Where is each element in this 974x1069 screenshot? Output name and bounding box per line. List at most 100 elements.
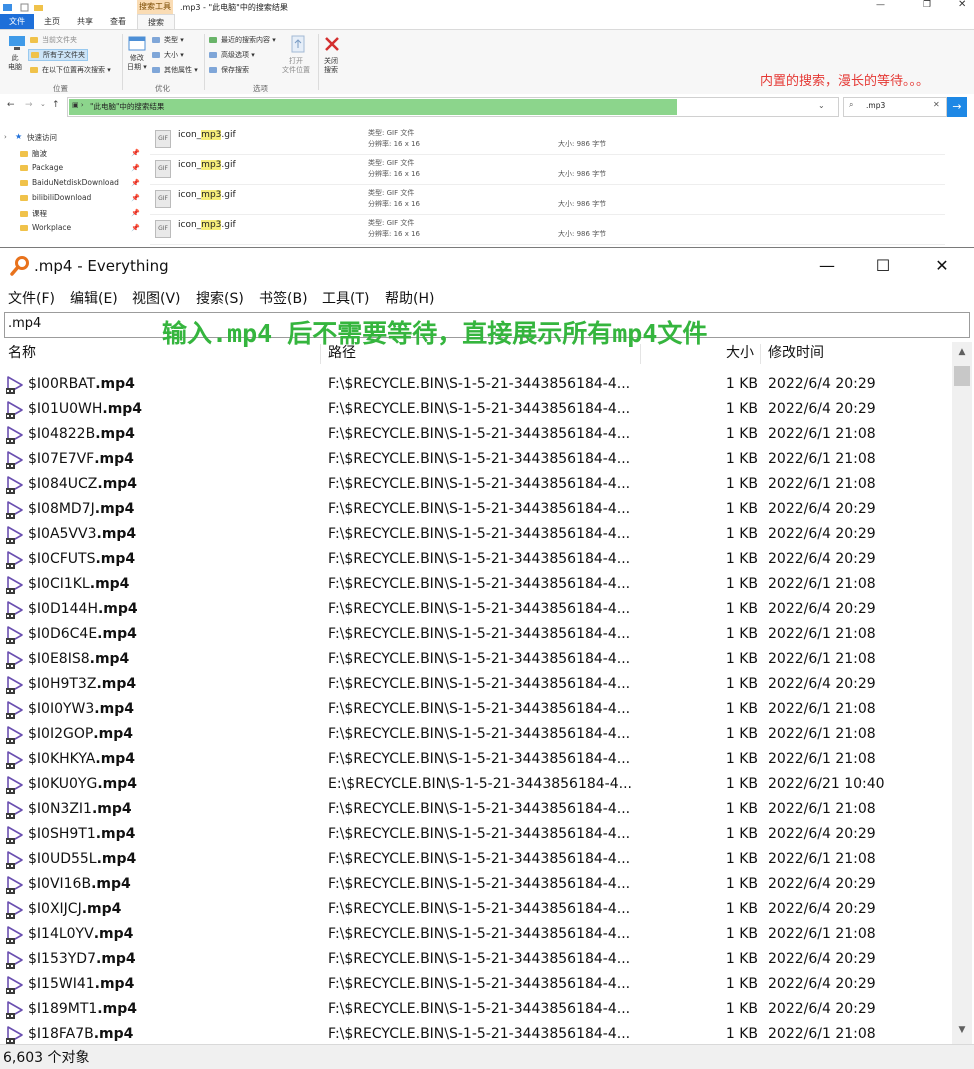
result-row[interactable]: $I15WI41.mp4 F:\$RECYCLE.BIN\S-1-5-21-344… bbox=[0, 973, 952, 998]
result-row[interactable]: $I00RBAT.mp4 F:\$RECYCLE.BIN\S-1-5-21-344… bbox=[0, 373, 952, 398]
scroll-up-arrow-icon[interactable]: ▲ bbox=[952, 344, 972, 360]
new-folder-icon[interactable] bbox=[34, 3, 43, 12]
result-row[interactable]: $I0CFUTS.mp4 F:\$RECYCLE.BIN\S-1-5-21-344… bbox=[0, 548, 952, 573]
result-modified: 2022/6/4 20:29 bbox=[768, 501, 876, 517]
address-dropdown-icon[interactable]: ⌄ bbox=[818, 101, 825, 110]
result-row[interactable]: $I153YD7.mp4 F:\$RECYCLE.BIN\S-1-5-21-344… bbox=[0, 948, 952, 973]
this-pc-button[interactable]: 此 电脑 bbox=[8, 54, 22, 72]
menu-edit[interactable]: 编辑(E) bbox=[70, 288, 118, 308]
menu-tools[interactable]: 工具(T) bbox=[322, 288, 369, 308]
nav-quick-access[interactable]: 快速访问 bbox=[27, 132, 57, 143]
menu-view[interactable]: 视图(V) bbox=[132, 288, 181, 308]
other-properties-button[interactable]: 其他属性 ▾ bbox=[152, 65, 198, 75]
open-file-location-button[interactable]: 打开 文件位置 bbox=[282, 57, 310, 75]
result-row[interactable]: $I08MD7J.mp4 F:\$RECYCLE.BIN\S-1-5-21-344… bbox=[0, 498, 952, 523]
scroll-thumb[interactable] bbox=[954, 366, 970, 386]
tab-view[interactable]: 查看 bbox=[104, 14, 132, 29]
result-modified: 2022/6/1 21:08 bbox=[768, 426, 876, 442]
explorer-file-row[interactable]: GIF icon_mp3.gif 类型: GIF 文件 分辨率: 16 x 16 大小:… bbox=[150, 124, 945, 155]
result-row[interactable]: $I14L0YV.mp4 F:\$RECYCLE.BIN\S-1-5-21-344… bbox=[0, 923, 952, 948]
recent-searches-button[interactable]: 最近的搜索内容 ▾ bbox=[209, 35, 276, 45]
modified-date-button[interactable]: 修改 日期 ▾ bbox=[127, 54, 147, 72]
result-size: 1 KB bbox=[725, 676, 758, 692]
save-search-button[interactable]: 保存搜索 bbox=[209, 65, 249, 75]
result-row[interactable]: $I0CI1KL.mp4 F:\$RECYCLE.BIN\S-1-5-21-344… bbox=[0, 573, 952, 598]
result-row[interactable]: $I0KHKYA.mp4 F:\$RECYCLE.BIN\S-1-5-21-344… bbox=[0, 748, 952, 773]
explorer-file-row[interactable]: GIF icon_mp3.gif 类型: GIF 文件 分辨率: 16 x 16 大小:… bbox=[150, 214, 945, 245]
column-header-size[interactable]: 大小 bbox=[726, 340, 754, 366]
close-button[interactable]: ✕ bbox=[919, 254, 965, 278]
menu-bookmarks[interactable]: 书签(B) bbox=[259, 288, 308, 308]
nav-item[interactable]: bilibiliDownload bbox=[20, 193, 91, 202]
result-row[interactable]: $I0E8IS8.mp4 F:\$RECYCLE.BIN\S-1-5-21-344… bbox=[0, 648, 952, 673]
nav-item[interactable]: 课程 bbox=[20, 208, 47, 219]
expand-chevron-icon[interactable]: › bbox=[4, 133, 7, 141]
result-row[interactable]: $I0VI16B.mp4 F:\$RECYCLE.BIN\S-1-5-21-344… bbox=[0, 873, 952, 898]
explorer-file-row[interactable]: GIF icon_mp3.gif 类型: GIF 文件 分辨率: 16 x 16 大小:… bbox=[150, 184, 945, 215]
restore-button[interactable]: ❐ bbox=[923, 0, 931, 10]
result-name: $I0D6C4E.mp4 bbox=[28, 626, 137, 642]
advanced-options-button[interactable]: 高级选项 ▾ bbox=[209, 50, 255, 60]
result-row[interactable]: $I0UD55L.mp4 F:\$RECYCLE.BIN\S-1-5-21-344… bbox=[0, 848, 952, 873]
result-row[interactable]: $I189MT1.mp4 F:\$RECYCLE.BIN\S-1-5-21-344… bbox=[0, 998, 952, 1023]
explorer-file-row[interactable]: GIF icon_mp3.gif 类型: GIF 文件 分辨率: 16 x 16 大小:… bbox=[150, 154, 945, 185]
result-row[interactable]: $I0D144H.mp4 F:\$RECYCLE.BIN\S-1-5-21-344… bbox=[0, 598, 952, 623]
result-row[interactable]: $I0XIJCJ.mp4 F:\$RECYCLE.BIN\S-1-5-21-344… bbox=[0, 898, 952, 923]
forward-button[interactable]: → bbox=[25, 100, 33, 110]
menu-file[interactable]: 文件(F) bbox=[8, 288, 55, 308]
menu-help[interactable]: 帮助(H) bbox=[385, 288, 434, 308]
column-separator[interactable] bbox=[640, 344, 641, 364]
size-button[interactable]: 大小 ▾ bbox=[152, 50, 184, 60]
up-button[interactable]: ↑ bbox=[52, 100, 60, 110]
tab-file[interactable]: 文件 bbox=[0, 14, 34, 29]
explorer-app-icon bbox=[3, 4, 12, 11]
nav-item[interactable]: Workplace bbox=[20, 223, 71, 232]
vertical-scrollbar[interactable]: ▲ ▼ bbox=[952, 342, 972, 1047]
tab-share[interactable]: 共享 bbox=[70, 14, 100, 29]
column-header-path[interactable]: 路径 bbox=[328, 340, 356, 366]
tab-search[interactable]: 搜索 bbox=[137, 14, 175, 30]
menu-search[interactable]: 搜索(S) bbox=[196, 288, 244, 308]
result-row[interactable]: $I0N3ZI1.mp4 F:\$RECYCLE.BIN\S-1-5-21-344… bbox=[0, 798, 952, 823]
result-row[interactable]: $I084UCZ.mp4 F:\$RECYCLE.BIN\S-1-5-21-344… bbox=[0, 473, 952, 498]
maximize-button[interactable]: ☐ bbox=[860, 254, 906, 278]
result-row[interactable]: $I0KU0YG.mp4 E:\$RECYCLE.BIN\S-1-5-21-344… bbox=[0, 773, 952, 798]
recent-locations-button[interactable]: ⌄ bbox=[40, 100, 46, 108]
nav-item[interactable]: 脑波 bbox=[20, 148, 47, 159]
search-again-in-button[interactable]: 在以下位置再次搜索 ▾ bbox=[30, 65, 111, 75]
minimize-button[interactable]: — bbox=[876, 0, 885, 10]
tab-home[interactable]: 主页 bbox=[38, 14, 66, 29]
result-name: $I0I0YW3.mp4 bbox=[28, 701, 134, 717]
address-bar[interactable]: ▣ › "此电脑"中的搜索结果 ⌄ bbox=[67, 97, 839, 117]
back-button[interactable]: ← bbox=[7, 100, 15, 110]
result-modified: 2022/6/1 21:08 bbox=[768, 926, 876, 942]
nav-item[interactable]: BaiduNetdiskDownload bbox=[20, 178, 119, 187]
properties-icon[interactable] bbox=[20, 3, 29, 12]
result-row[interactable]: $I0D6C4E.mp4 F:\$RECYCLE.BIN\S-1-5-21-344… bbox=[0, 623, 952, 648]
result-row[interactable]: $I07E7VF.mp4 F:\$RECYCLE.BIN\S-1-5-21-344… bbox=[0, 448, 952, 473]
clear-search-icon[interactable]: ✕ bbox=[933, 100, 940, 109]
column-separator[interactable] bbox=[760, 344, 761, 364]
result-row[interactable]: $I0SH9T1.mp4 F:\$RECYCLE.BIN\S-1-5-21-344… bbox=[0, 823, 952, 848]
result-row[interactable]: $I0H9T3Z.mp4 F:\$RECYCLE.BIN\S-1-5-21-344… bbox=[0, 673, 952, 698]
column-header-modified[interactable]: 修改时间 bbox=[768, 340, 824, 366]
column-header-name[interactable]: 名称 bbox=[8, 340, 36, 366]
result-row[interactable]: $I0A5VV3.mp4 F:\$RECYCLE.BIN\S-1-5-21-344… bbox=[0, 523, 952, 548]
file-name: icon_mp3.gif bbox=[178, 160, 236, 170]
result-row[interactable]: $I0I2GOP.mp4 F:\$RECYCLE.BIN\S-1-5-21-344… bbox=[0, 723, 952, 748]
result-row[interactable]: $I04822B.mp4 F:\$RECYCLE.BIN\S-1-5-21-344… bbox=[0, 423, 952, 448]
result-row[interactable]: $I0I0YW3.mp4 F:\$RECYCLE.BIN\S-1-5-21-344… bbox=[0, 698, 952, 723]
explorer-search-box[interactable]: ⌕ .mp3 ✕ bbox=[843, 97, 947, 117]
type-button[interactable]: 类型 ▾ bbox=[152, 35, 184, 45]
result-path: F:\$RECYCLE.BIN\S-1-5-21-3443856184-4... bbox=[328, 676, 631, 692]
scroll-down-arrow-icon[interactable]: ▼ bbox=[952, 1022, 972, 1038]
close-button[interactable]: ✕ bbox=[958, 0, 966, 10]
minimize-button[interactable]: — bbox=[804, 254, 850, 278]
search-go-button[interactable]: → bbox=[947, 97, 967, 117]
column-separator[interactable] bbox=[320, 344, 321, 364]
result-row[interactable]: $I01U0WH.mp4 F:\$RECYCLE.BIN\S-1-5-21-344… bbox=[0, 398, 952, 423]
nav-item[interactable]: Package bbox=[20, 163, 63, 172]
all-subfolders-button[interactable]: 所有子文件夹 bbox=[28, 49, 88, 61]
close-search-button[interactable]: 关闭 搜索 bbox=[324, 57, 338, 75]
result-modified: 2022/6/4 20:29 bbox=[768, 976, 876, 992]
